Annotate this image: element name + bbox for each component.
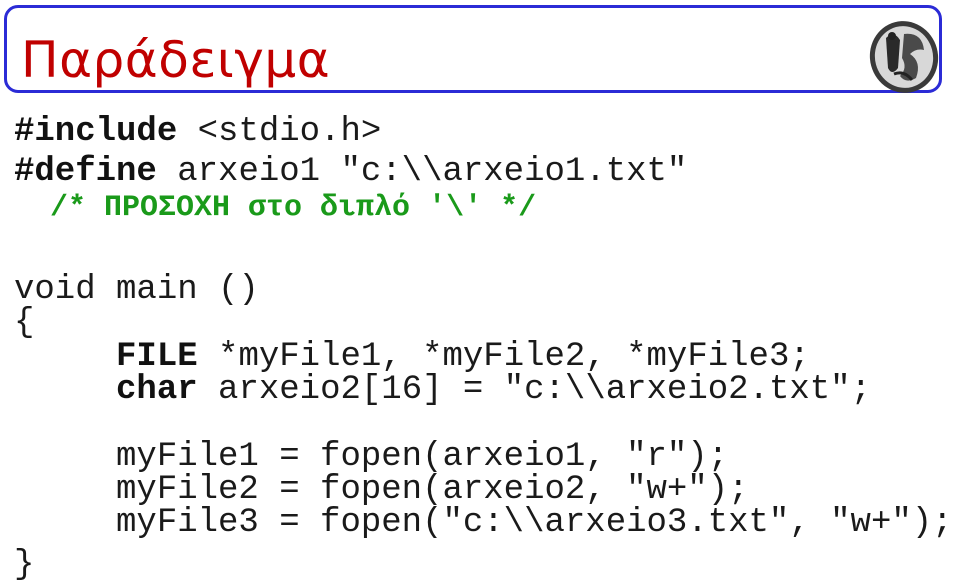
university-coin-logo-icon <box>869 21 939 93</box>
code-text: arxeio1 "c:\\arxeio1.txt" <box>156 153 688 191</box>
code-line-close-brace: } <box>14 546 35 584</box>
code-line-open-brace: { <box>14 304 35 342</box>
code-line-char-decl: char arxeio2[16] = "c:\\arxeio2.txt"; <box>14 373 871 407</box>
code-line-fopen-3: myFile3 = fopen("c:\\arxeio3.txt", "w+")… <box>14 504 953 542</box>
code-line-file-decl: FILE *myFile1, *myFile2, *myFile3; <box>14 340 810 374</box>
keyword: #define <box>14 153 157 191</box>
slide-title: Παράδειγμα <box>21 31 331 89</box>
code-line-main: void main () <box>14 271 259 309</box>
title-box: Παράδειγμα <box>4 5 942 93</box>
code-line-fopen-1: myFile1 = fopen(arxeio1, "r"); <box>14 438 729 476</box>
keyword: char <box>116 371 198 409</box>
code-line-fopen-2: myFile2 = fopen(arxeio2, "w+"); <box>14 471 749 509</box>
code-text: <stdio.h> <box>177 113 382 151</box>
code-text: arxeio2[16] = "c:\\arxeio2.txt"; <box>197 371 871 409</box>
keyword: #include <box>14 113 178 151</box>
code-line-include: #include <stdio.h> <box>14 115 381 149</box>
code-comment: /* ΠΡΟΣΟΧΗ στο διπλό '\' */ <box>14 191 537 225</box>
code-line-define: #define arxeio1 "c:\\arxeio1.txt" <box>14 155 687 189</box>
